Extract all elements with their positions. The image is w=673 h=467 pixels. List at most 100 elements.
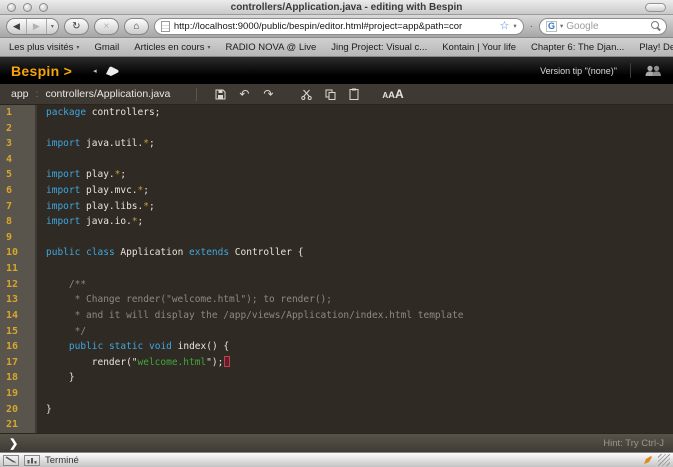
toolbar-divider [196,87,198,101]
code-line[interactable]: 21 [0,417,673,433]
bespin-logo: Bespin > [11,62,73,79]
window-controls [7,2,48,12]
reload-button[interactable]: ↻ [63,17,89,35]
bookmark-item[interactable]: Articles en cours ▾ [134,42,210,53]
code-editor[interactable]: 1 package controllers; 2 3 import java.util.… [0,105,673,433]
search-engine-dropdown-icon[interactable]: ▾ [560,22,563,30]
code-line[interactable]: 6 import play.mvc.*; [0,183,673,199]
line-number: 2 [0,120,37,137]
stop-button[interactable]: × [93,17,119,35]
bookmark-item[interactable]: RADIO NOVA @ Live [226,42,317,53]
code-line[interactable]: 2 [0,120,673,137]
history-dropdown-icon[interactable]: ▾ [45,18,58,34]
url-dropdown-icon[interactable]: ▾ [513,22,516,30]
code-text: */ [37,324,86,340]
google-engine-icon[interactable]: G [546,20,557,32]
back-button[interactable]: ◀ [7,19,26,34]
search-input[interactable]: Google [566,21,647,32]
collapse-arrow-icon[interactable]: ◂ [93,67,97,75]
bookmark-item[interactable]: Jing Project: Visual c... [331,42,427,53]
search-bar[interactable]: G ▾ Google [539,17,667,35]
collaborators-icon[interactable] [644,65,662,77]
window-title: controllers/Application.java - editing w… [230,1,463,13]
code-token-kw: public [68,341,104,353]
code-token-plain: Controller { [229,247,304,259]
font-size-medium-button[interactable]: A [388,90,395,101]
code-token-plain: } [46,403,52,415]
code-token-kw: static [108,341,144,353]
window-minimize-button[interactable] [23,2,32,12]
code-token-plain: render(" [46,356,138,368]
code-line[interactable]: 5 import play.*; [0,167,673,184]
code-line[interactable]: 4 [0,151,673,168]
bookmark-item[interactable]: Chapter 6: The Djan... [531,42,624,53]
files-hand-icon[interactable] [104,64,120,77]
url-text[interactable]: http://localhost:9000/public/bespin/edit… [174,21,496,32]
search-icon[interactable] [650,21,660,31]
paste-icon[interactable] [346,88,362,100]
code-token-plain: play.mvc. [80,185,138,197]
code-line[interactable]: 14 * and it will display the /app/views/… [0,307,673,324]
navigation-toolbar: ◀ ▶ ▾ ↻ × ⌂ http://localhost:9000/public… [0,15,673,38]
font-size-large-button[interactable]: A [395,87,404,101]
chart-addon-icon[interactable] [24,454,40,466]
bookmark-item[interactable]: Les plus visités ▾ [9,42,79,53]
code-line[interactable]: 18 } [0,370,673,386]
code-line[interactable]: 7 import play.libs.*; [0,198,673,215]
window-close-button[interactable] [7,2,16,12]
code-token-plain: java.io. [80,216,132,228]
line-number: 20 [0,401,37,418]
code-text: } [37,370,75,386]
code-token-kw: class [86,247,115,259]
code-line[interactable]: 17 render("welcome.html"); [0,354,673,371]
code-token-comment: /** [46,278,87,290]
code-line[interactable]: 13 * Change render("welcome.html"); to r… [0,292,673,308]
code-token-plain: } [46,372,75,384]
home-button[interactable]: ⌂ [123,17,149,35]
code-line[interactable]: 3 import java.util.*; [0,136,673,152]
pen-addon-icon[interactable] [3,454,19,466]
save-icon[interactable] [212,89,228,100]
code-text: public class Application extends Control… [37,245,303,261]
code-token-kw: void [149,341,172,353]
code-text: * and it will display the /app/views/App… [37,308,464,324]
url-bar[interactable]: http://localhost:9000/public/bespin/edit… [153,17,524,35]
code-token-plain: Application [114,247,190,259]
code-text: import java.util.*; [37,136,155,152]
code-line[interactable]: 20} [0,401,673,418]
forward-button[interactable]: ▶ [25,18,46,34]
code-line[interactable]: 8 import java.io.*; [0,214,673,230]
code-token-plain: play. [80,169,115,181]
code-line[interactable]: 19 [0,385,673,402]
toolbar-toggle-button[interactable] [645,2,666,12]
code-text: import play.libs.*; [37,199,155,215]
line-number: 11 [0,261,37,277]
orange-pen-addon-icon[interactable] [643,455,653,465]
redo-icon[interactable]: ↷ [260,88,276,100]
copy-icon[interactable] [322,89,338,100]
code-token-plain: java.util. [80,138,144,150]
code-text: public static void index() { [37,339,229,355]
code-token-string: welcome.html [137,356,207,368]
line-number: 8 [0,214,37,230]
code-line[interactable]: 15 */ [0,323,673,340]
line-number: 3 [0,136,37,152]
bookmark-item[interactable]: Kontain | Your life [442,42,516,53]
cut-icon[interactable] [298,89,314,100]
code-line[interactable]: 1 package controllers; [0,105,673,121]
line-number: 10 [0,245,37,262]
bookmark-item[interactable]: Gmail [94,42,119,53]
code-token-comment: * and it will display the /app/views/App… [46,309,464,321]
window-resize-grip[interactable] [658,454,670,466]
code-line[interactable]: 11 [0,261,673,277]
code-line[interactable]: 12 /** [0,276,673,293]
undo-icon[interactable]: ↶ [236,88,252,100]
command-line[interactable]: ❯ Hint: Try Ctrl-J [0,433,673,452]
window-zoom-button[interactable] [39,2,48,12]
window-title-bar: controllers/Application.java - editing w… [0,0,673,15]
code-line[interactable]: 16 public static void index() { [0,339,673,355]
bookmark-item[interactable]: Play! Debug [639,42,673,53]
bookmark-star-icon[interactable]: ☆ [500,20,510,32]
code-line[interactable]: 9 [0,229,673,246]
code-line[interactable]: 10 public class Application extends Contr… [0,245,673,262]
